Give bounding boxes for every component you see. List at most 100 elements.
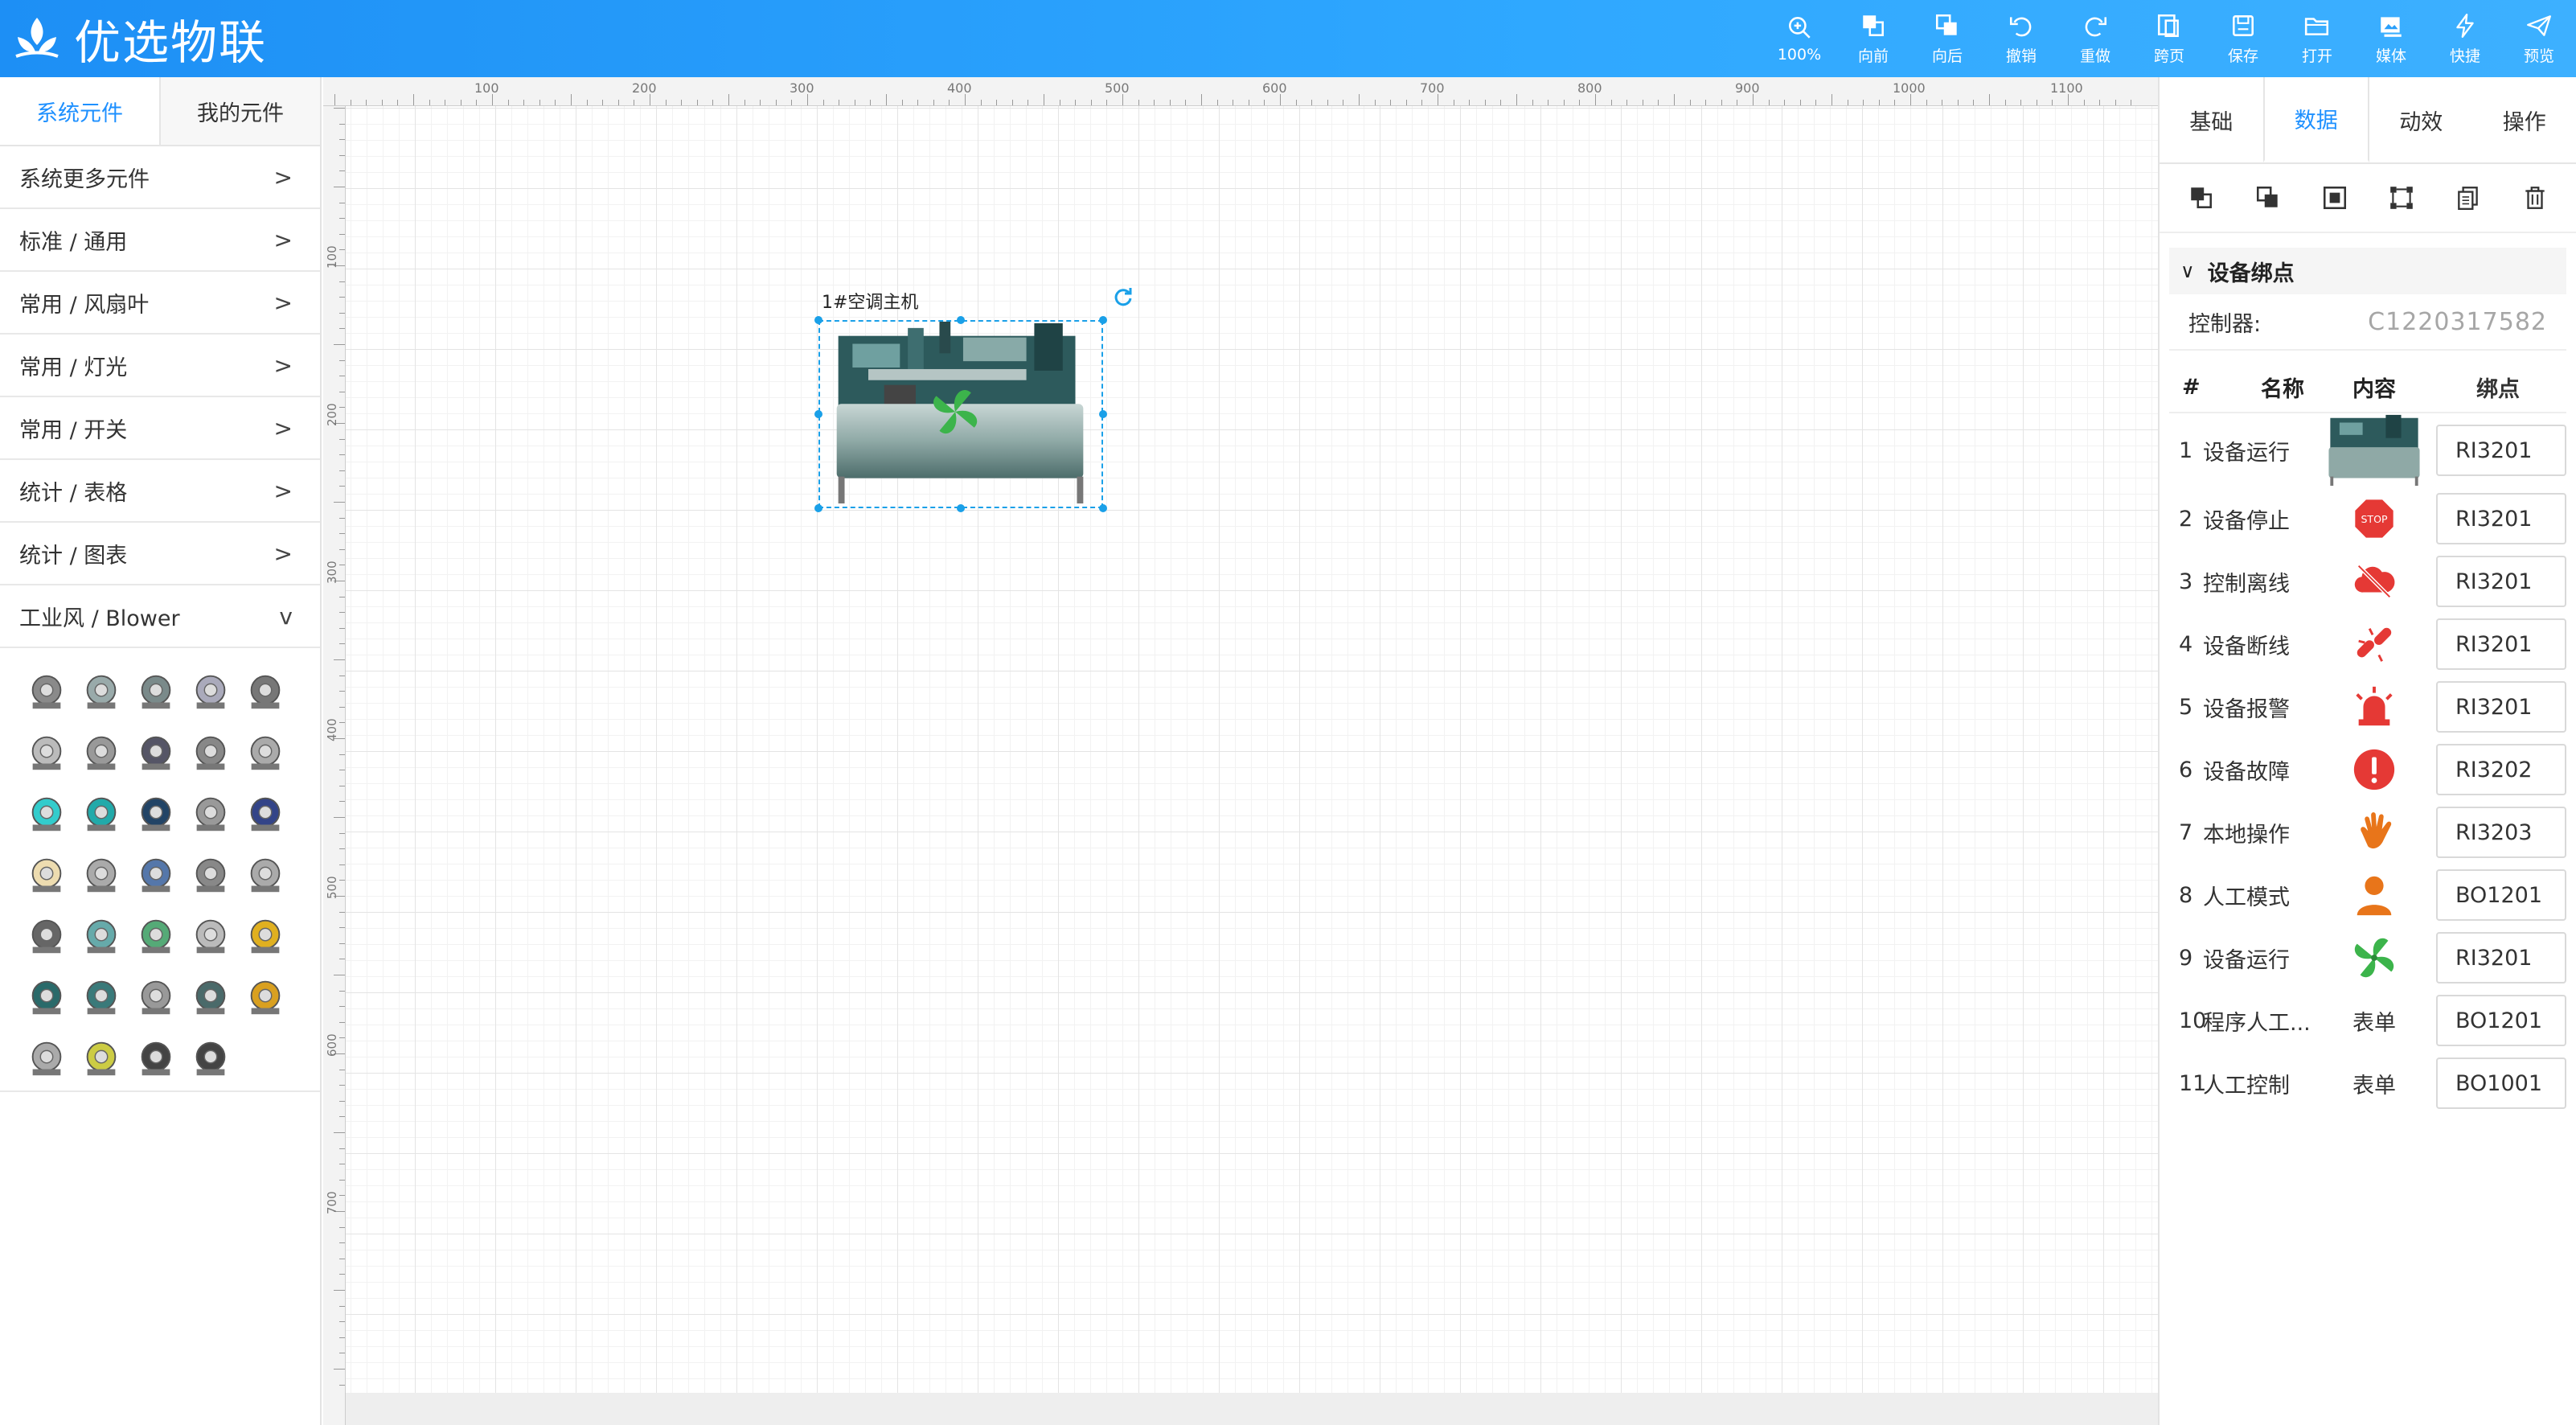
binding-section-header[interactable]: ∨ 设备绑点	[2169, 248, 2566, 294]
category-blower[interactable]: 工业风 / Blower v	[0, 585, 320, 648]
bind-point-input[interactable]: RI3201	[2436, 932, 2566, 984]
palette-item[interactable]	[79, 669, 124, 714]
palette-item[interactable]	[188, 791, 233, 836]
canvas-grid[interactable]	[346, 106, 2158, 1393]
palette-item[interactable]	[133, 914, 178, 959]
palette-item[interactable]	[79, 1036, 124, 1081]
preview-button[interactable]: 预览	[2502, 0, 2576, 77]
align-center-icon[interactable]	[2321, 184, 2348, 211]
palette-item[interactable]	[243, 669, 288, 714]
palette-item[interactable]	[243, 975, 288, 1020]
palette-item[interactable]	[133, 975, 178, 1020]
cross-page-button[interactable]: 跨页	[2132, 0, 2206, 77]
tab-system-components[interactable]: 系统元件	[0, 77, 161, 145]
bind-point-input[interactable]: RI3201	[2436, 681, 2566, 733]
person-icon[interactable]	[2322, 872, 2426, 918]
bind-point-input[interactable]: RI3203	[2436, 807, 2566, 858]
palette-item[interactable]	[24, 1036, 69, 1081]
bind-point-input[interactable]: BO1201	[2436, 869, 2566, 921]
hand-icon[interactable]	[2322, 809, 2426, 856]
palette-item[interactable]	[188, 1036, 233, 1081]
chiller-icon[interactable]	[2322, 413, 2426, 487]
media-button[interactable]: 媒体	[2354, 0, 2428, 77]
tab-basic[interactable]: 基础	[2160, 77, 2263, 162]
palette-item[interactable]	[79, 914, 124, 959]
category-switch[interactable]: 常用 / 开关 >	[0, 397, 320, 460]
palette-item[interactable]	[243, 730, 288, 775]
resize-handle[interactable]	[1099, 504, 1107, 512]
resize-handle[interactable]	[1099, 316, 1107, 324]
palette-item[interactable]	[79, 975, 124, 1020]
bind-point-input[interactable]: RI3201	[2436, 425, 2566, 476]
palette-item[interactable]	[133, 669, 178, 714]
fault-exclamation-icon[interactable]	[2322, 746, 2426, 793]
category-fan-blade[interactable]: 常用 / 风扇叶 >	[0, 272, 320, 335]
palette-item[interactable]	[24, 852, 69, 897]
palette-item[interactable]	[133, 1036, 178, 1081]
resize-handle[interactable]	[814, 504, 822, 512]
cloud-off-icon[interactable]	[2322, 558, 2426, 605]
content-form-label[interactable]: 表单	[2322, 1005, 2426, 1037]
bind-point-input[interactable]: RI3201	[2436, 618, 2566, 670]
chiller-device[interactable]	[818, 320, 1103, 508]
bring-forward-button[interactable]: 向前	[1836, 0, 1910, 77]
trash-icon[interactable]	[2521, 184, 2549, 211]
category-table[interactable]: 统计 / 表格 >	[0, 460, 320, 523]
palette-item[interactable]	[24, 975, 69, 1020]
palette-item[interactable]	[243, 914, 288, 959]
palette-item[interactable]	[188, 669, 233, 714]
fan-blade-icon[interactable]	[2322, 934, 2426, 981]
horizontal-scrollbar[interactable]	[346, 1393, 2158, 1425]
copy-icon[interactable]	[2455, 184, 2482, 211]
palette-item[interactable]	[188, 975, 233, 1020]
content-form-label[interactable]: 表单	[2322, 1068, 2426, 1099]
palette-item[interactable]	[243, 852, 288, 897]
tab-my-components[interactable]: 我的元件	[161, 77, 320, 145]
palette-item[interactable]	[188, 914, 233, 959]
resize-handle[interactable]	[957, 504, 965, 512]
palette-item[interactable]	[133, 730, 178, 775]
palette-item[interactable]	[24, 791, 69, 836]
resize-handle[interactable]	[814, 316, 822, 324]
palette-item[interactable]	[79, 791, 124, 836]
palette-item[interactable]	[79, 730, 124, 775]
distribute-icon[interactable]	[2388, 184, 2415, 211]
tab-operation[interactable]: 操作	[2473, 77, 2576, 162]
palette-item[interactable]	[188, 852, 233, 897]
category-standard[interactable]: 标准 / 通用 >	[0, 209, 320, 272]
palette-item[interactable]	[24, 669, 69, 714]
send-backward-button[interactable]: 向后	[1910, 0, 1984, 77]
tab-data[interactable]: 数据	[2262, 77, 2369, 162]
category-light[interactable]: 常用 / 灯光 >	[0, 335, 320, 397]
bind-point-input[interactable]: RI3202	[2436, 744, 2566, 795]
bind-point-input[interactable]: RI3201	[2436, 493, 2566, 544]
tab-animation[interactable]: 动效	[2369, 77, 2473, 162]
resize-handle[interactable]	[1099, 410, 1107, 418]
bring-forward-icon[interactable]	[2188, 184, 2215, 211]
palette-item[interactable]	[243, 791, 288, 836]
palette-item[interactable]	[188, 730, 233, 775]
alarm-siren-icon[interactable]	[2322, 684, 2426, 730]
category-more[interactable]: 系统更多元件 >	[0, 146, 320, 209]
save-button[interactable]: 保存	[2206, 0, 2280, 77]
palette-item[interactable]	[24, 914, 69, 959]
send-backward-icon[interactable]	[2254, 184, 2282, 211]
category-chart[interactable]: 统计 / 图表 >	[0, 523, 320, 585]
redo-button[interactable]: 重做	[2058, 0, 2132, 77]
palette-item[interactable]	[133, 791, 178, 836]
open-button[interactable]: 打开	[2280, 0, 2354, 77]
resize-handle[interactable]	[814, 410, 822, 418]
bind-point-input[interactable]: BO1001	[2436, 1057, 2566, 1109]
bind-point-input[interactable]: BO1201	[2436, 995, 2566, 1046]
undo-button[interactable]: 撤销	[1984, 0, 2058, 77]
stop-sign-icon[interactable]: STOP	[2322, 495, 2426, 542]
rotate-handle-icon[interactable]	[1113, 286, 1134, 307]
zoom-button[interactable]: 100%	[1762, 0, 1836, 77]
controller-value[interactable]: C1220317582	[2368, 308, 2547, 336]
palette-item[interactable]	[79, 852, 124, 897]
bind-point-input[interactable]: RI3201	[2436, 556, 2566, 607]
broken-link-icon[interactable]	[2322, 621, 2426, 667]
resize-handle[interactable]	[957, 316, 965, 324]
shortcut-button[interactable]: 快捷	[2428, 0, 2502, 77]
palette-item[interactable]	[24, 730, 69, 775]
